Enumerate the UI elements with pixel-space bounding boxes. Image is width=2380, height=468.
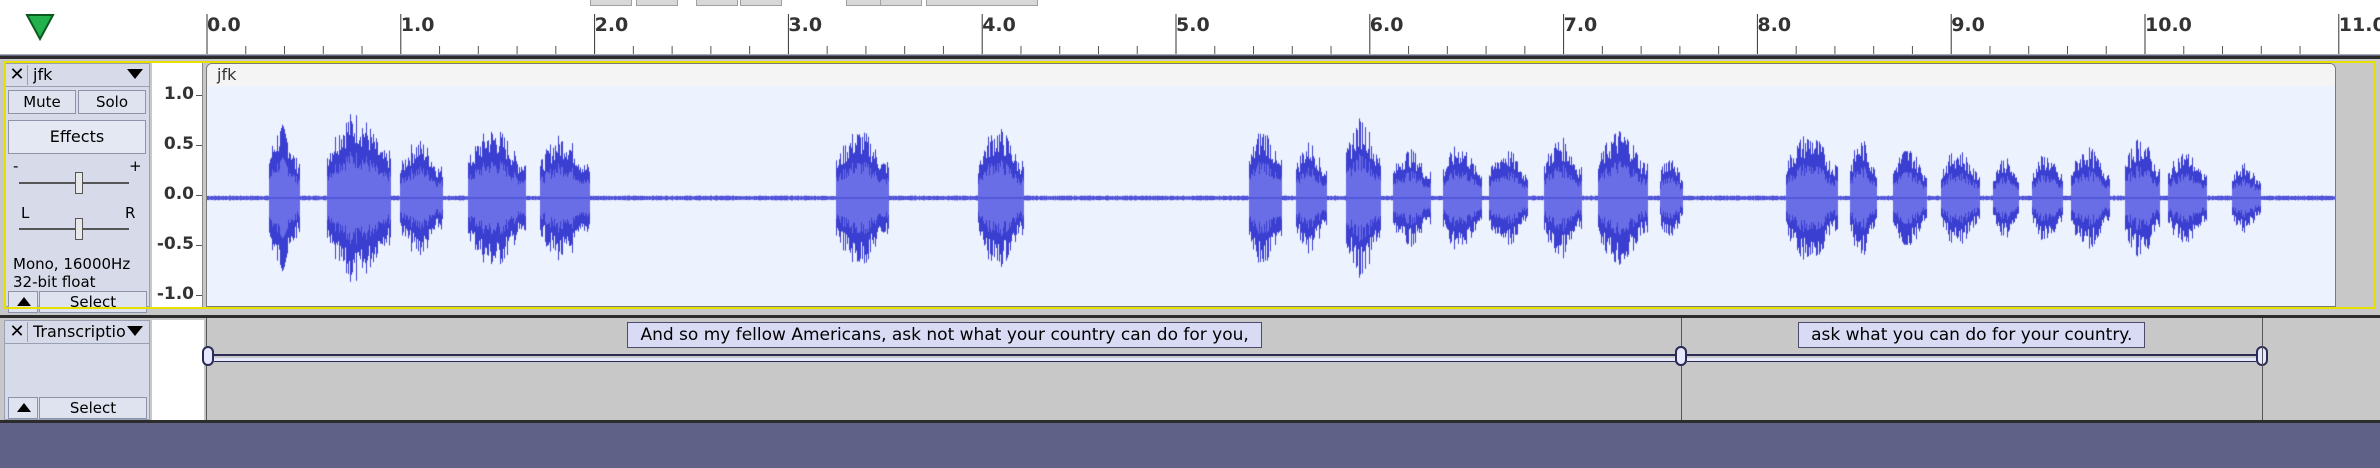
track-name[interactable]: jfk [33,64,133,86]
ruler-tick-label: 4.0 [982,14,1016,36]
ruler-tick-label: 1.0 [400,14,435,36]
label-area[interactable]: And so my fellow Americans, ask not what… [202,318,2380,420]
vertical-scale-tick [196,295,202,296]
gain-slider-thumb[interactable] [75,172,83,194]
ruler-tick-label: 3.0 [788,14,823,36]
vertical-scale-tick [196,195,202,196]
audio-clip[interactable]: jfk [206,63,2336,307]
dropdown-arrow-icon[interactable] [127,69,143,79]
gain-minus-label: - [13,157,19,175]
label-extent-line[interactable] [214,354,1675,362]
pan-slider-thumb[interactable] [75,218,83,240]
gain-slider[interactable] [19,182,129,184]
label-boundary [1680,318,1682,420]
label-handle-icon[interactable] [1674,346,1687,366]
vertical-scale-label: 0.5 [163,134,194,154]
close-icon[interactable]: ✕ [7,322,28,342]
format-info: Mono, 16000Hz [13,255,131,273]
track-header[interactable]: ✕ jfk [5,64,149,87]
track-header[interactable]: ✕ Transcriptio [5,321,149,344]
vertical-scale-label: 0.0 [163,184,194,204]
select-button[interactable]: Select [39,397,147,419]
clip-title-bar[interactable]: jfk [207,64,2335,87]
vertical-scale-label: 1.0 [163,84,194,104]
pan-right-label: R [125,204,136,222]
sample-format-info: 32-bit float [13,273,96,291]
close-icon[interactable]: ✕ [7,65,28,85]
label-track[interactable]: ✕ Transcriptio Select And so my fellow A… [0,318,2380,423]
label-extent-line[interactable] [1686,354,2257,362]
ruler-tick-label: 2.0 [594,14,629,36]
ruler-tick-label: 7.0 [1563,14,1598,36]
vertical-ruler[interactable]: 1.0 0.5 0.0 -0.5 -1.0 [152,63,203,307]
mute-button[interactable]: Mute [8,90,76,114]
ruler-tick-label: 6.0 [1369,14,1404,36]
pan-slider[interactable] [19,228,129,230]
track-control-panel: ✕ Transcriptio Select [4,320,150,420]
clip-name: jfk [217,65,237,84]
ruler-tick-label: 5.0 [1176,14,1210,36]
solo-button[interactable]: Solo [78,90,146,114]
ruler-tick-label: 11.0 [2338,14,2380,36]
ruler-tick-label: 10.0 [2145,14,2192,36]
effects-button[interactable]: Effects [8,120,146,154]
label-handle-icon[interactable] [202,346,214,366]
collapse-icon[interactable] [8,397,38,419]
label-track-spacer [152,320,204,420]
pan-left-label: L [21,204,30,222]
track-name[interactable]: Transcriptio [33,321,133,343]
vertical-scale-tick [196,245,202,246]
gain-plus-label: + [129,157,142,175]
collapse-icon[interactable] [8,291,38,313]
ruler-tick-label: 8.0 [1757,14,1792,36]
track-control-panel: ✕ jfk Mute Solo Effects - + L R Mono, 16… [4,63,150,313]
label-boundary [2262,318,2264,420]
label-text[interactable]: And so my fellow Americans, ask not what… [627,322,1262,348]
waveform[interactable] [207,86,2335,306]
vertical-scale-tick [196,95,202,96]
track-empty-area[interactable] [2336,63,2376,307]
vertical-scale-tick [196,145,202,146]
ruler-tick-label: 0.0 [207,14,241,36]
label-text[interactable]: ask what you can do for your country. [1798,322,2146,348]
vertical-scale-label: -0.5 [156,234,194,254]
vertical-scale-label: -1.0 [156,284,194,304]
audio-track[interactable]: ✕ jfk Mute Solo Effects - + L R Mono, 16… [0,56,2380,318]
dropdown-arrow-icon[interactable] [127,326,143,336]
select-button[interactable]: Select [39,291,147,313]
ruler-tick-label: 9.0 [1951,14,1985,36]
timeline-ruler[interactable]: 0.0 1.0 2.0 3.0 4.0 5.0 6.0 7.0 8.0 9.0 10.0 11.0 [0,0,2380,55]
